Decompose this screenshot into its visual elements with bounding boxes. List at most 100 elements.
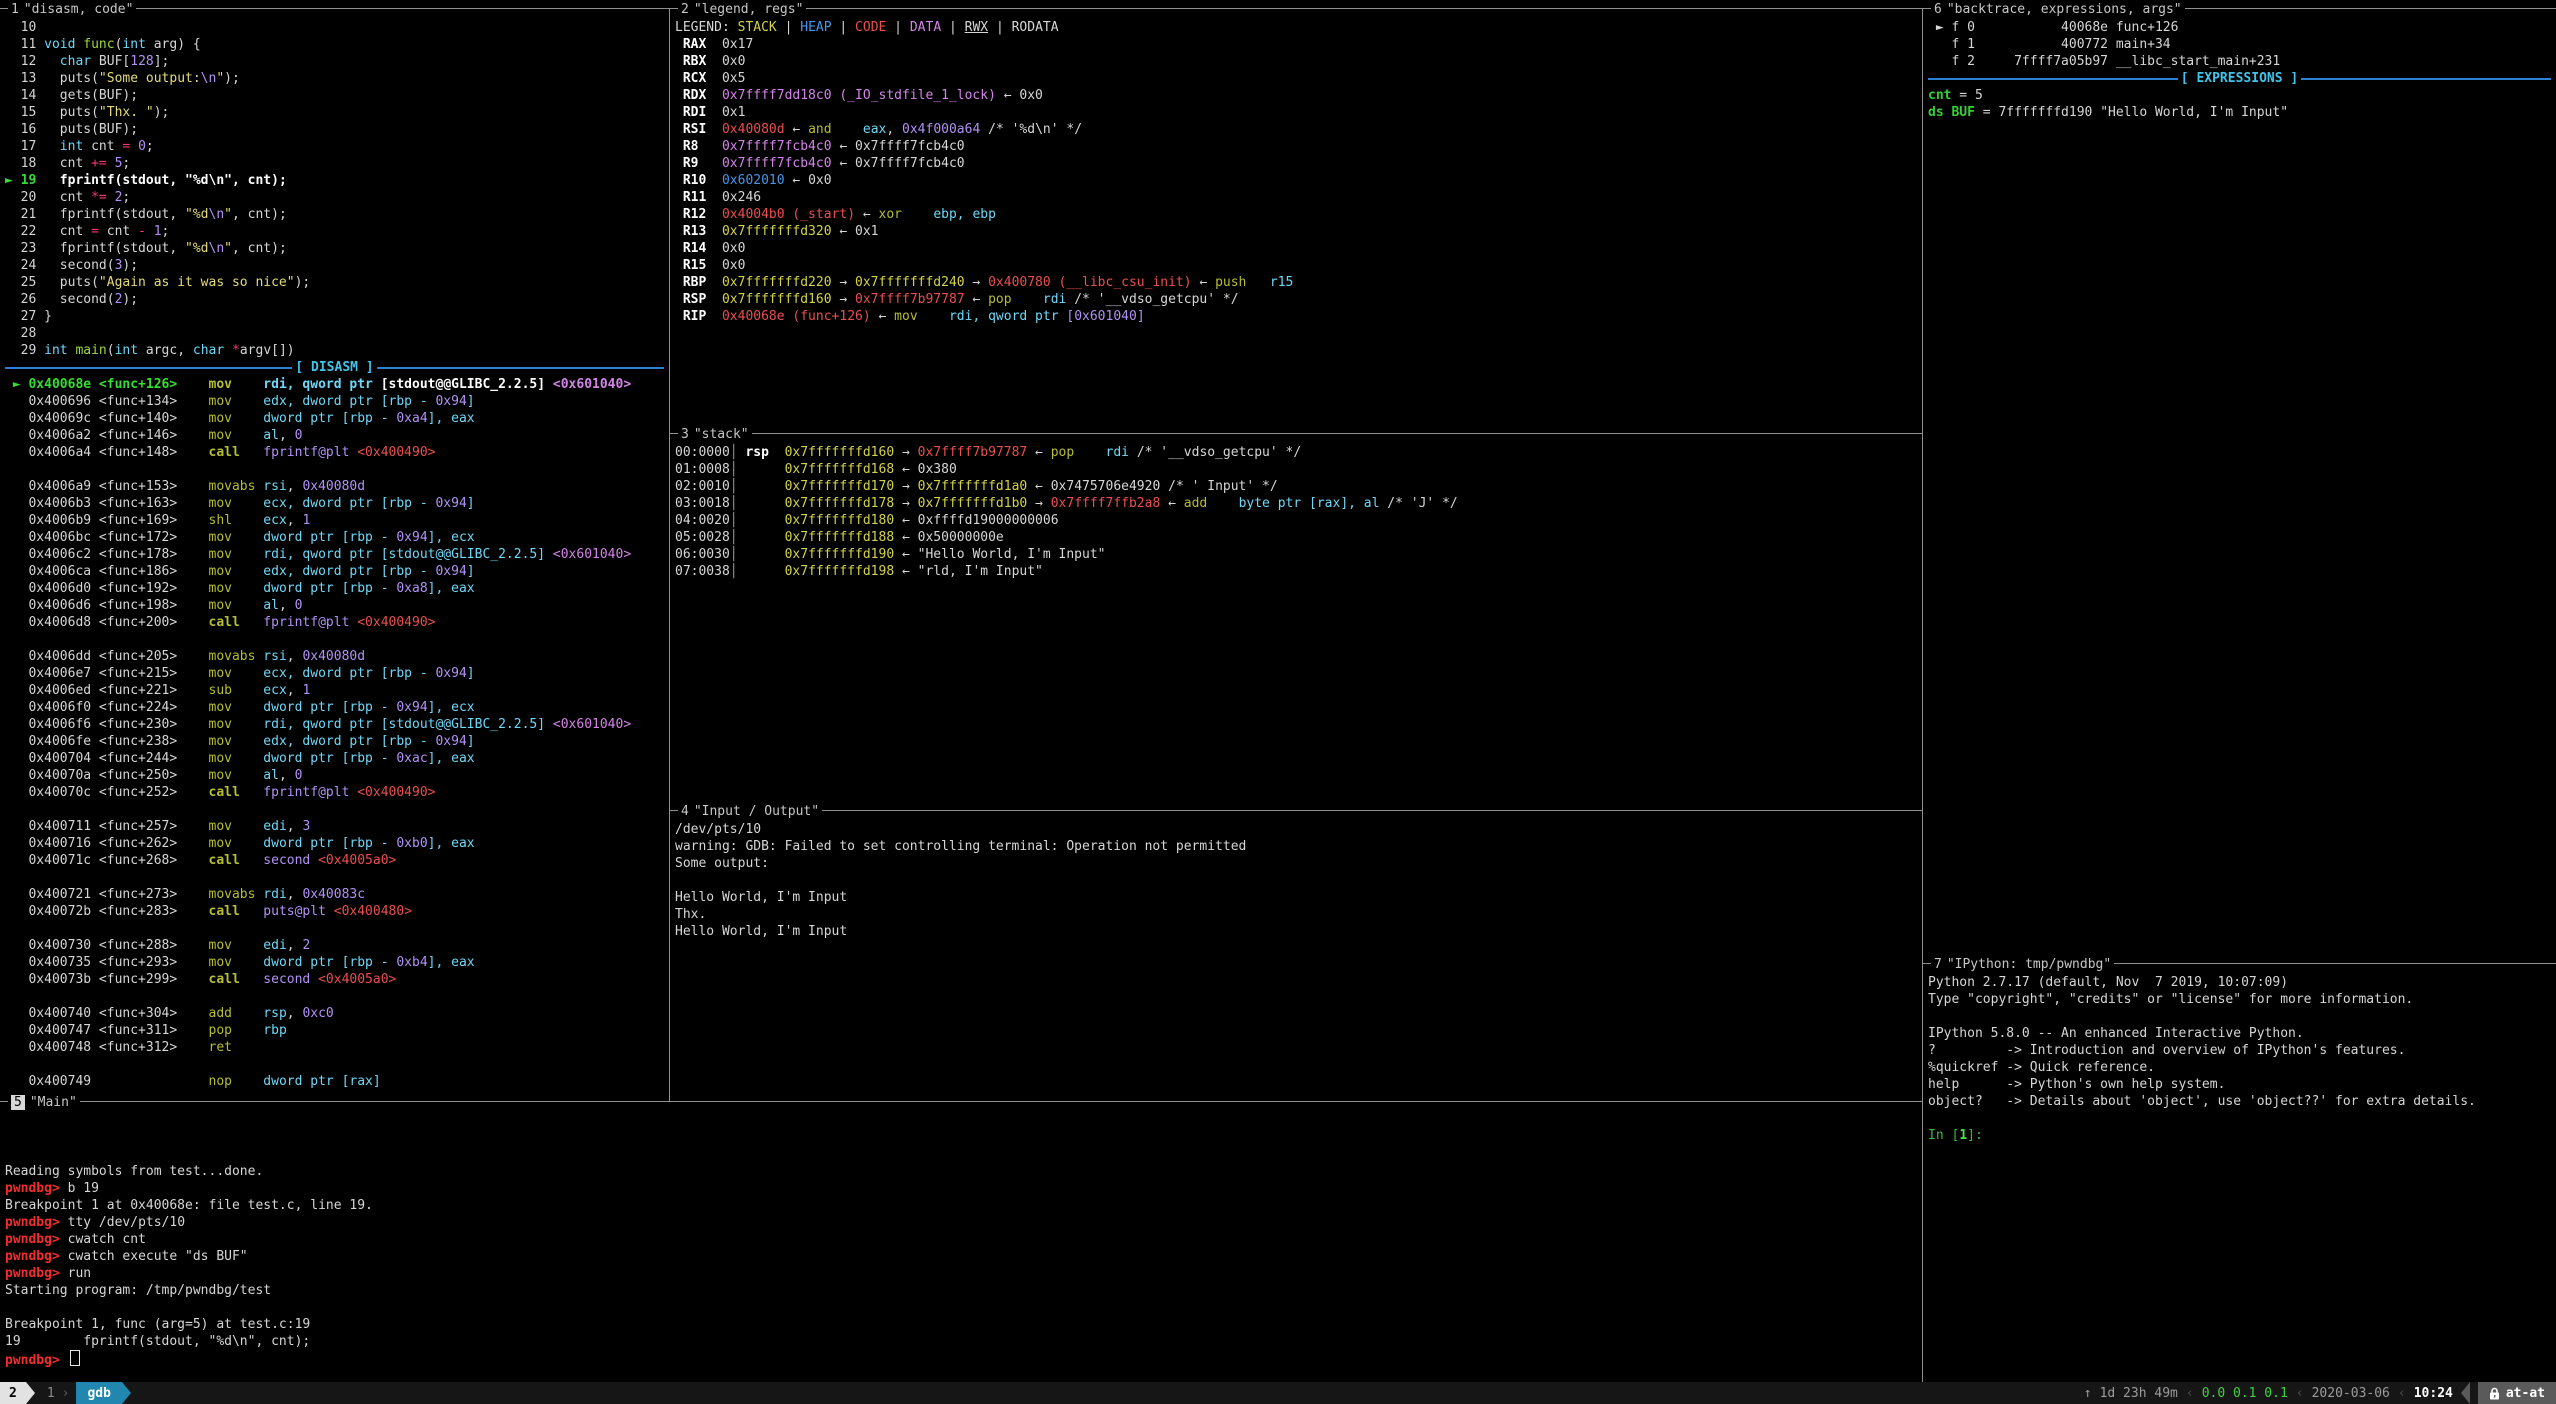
separator-icon: ‹	[2186, 1385, 2194, 1402]
terminal-line	[5, 1146, 1922, 1163]
terminal-line: 0x40072b <func+283> call puts@plt <0x400…	[5, 903, 669, 920]
load-average: 0.0 0.1 0.1	[2202, 1385, 2288, 1402]
terminal-line	[1928, 1110, 2556, 1127]
terminal-line: 18 cnt += 5;	[5, 155, 669, 172]
terminal-line: pwndbg> b 19	[5, 1180, 1922, 1197]
terminal-line: 11 void func(int arg) {	[5, 36, 669, 53]
terminal-line: RSP 0x7fffffffd160 → 0x7ffff7b97787 ← po…	[675, 291, 1922, 308]
pane-legend-regs[interactable]: 2"legend, regs" LEGEND: STACK | HEAP | C…	[669, 8, 1922, 433]
pane-input-output[interactable]: 4"Input / Output" /dev/pts/10warning: GD…	[669, 810, 1922, 1101]
window-index: 1	[47, 1385, 55, 1402]
powerline-separator	[2461, 1382, 2470, 1404]
pane-title: 7"IPython: tmp/pwndbg"	[1931, 956, 2114, 973]
terminal-line	[5, 801, 669, 818]
terminal-line: 29 int main(int argc, char *argv[])	[5, 342, 669, 359]
terminal-line: 0x4006a4 <func+148> call fprintf@plt <0x…	[5, 444, 669, 461]
terminal-line: R12 0x4004b0 (_start) ← xor ebp, ebp	[675, 206, 1922, 223]
pane-disasm-code[interactable]: 1"disasm, code" 10 11 void func(int arg)…	[0, 8, 669, 1101]
pane-title: 3"stack"	[678, 426, 752, 443]
registers-listing: LEGEND: STACK | HEAP | CODE | DATA | RWX…	[675, 19, 1922, 325]
terminal-line: object? -> Details about 'object', use '…	[1928, 1093, 2556, 1110]
expressions-listing: cnt = 5ds BUF = 7fffffffd190 "Hello Worl…	[1928, 87, 2556, 121]
powerline-separator	[26, 1382, 35, 1404]
terminal-line: 0x400711 <func+257> mov edi, 3	[5, 818, 669, 835]
terminal-line: R10 0x602010 ← 0x0	[675, 172, 1922, 189]
terminal-line: Hello World, I'm Input	[675, 923, 1922, 940]
powerline-separator	[122, 1382, 131, 1404]
terminal-line: 0x400749 nop dword ptr [rax]	[5, 1073, 669, 1090]
pane-main-console[interactable]: 5"Main" Reading symbols from test...done…	[0, 1101, 1922, 1382]
terminal-line: 22 cnt = cnt - 1;	[5, 223, 669, 240]
terminal-line: 0x40071c <func+268> call second <0x4005a…	[5, 852, 669, 869]
hostname-text: at-at	[2506, 1385, 2545, 1402]
terminal-line: RAX 0x17	[675, 36, 1922, 53]
pane-title: 6"backtrace, expressions, args"	[1931, 1, 2185, 18]
terminal-line: 0x4006b9 <func+169> shl ecx, 1	[5, 512, 669, 529]
terminal-line: 0x4006d8 <func+200> call fprintf@plt <0x…	[5, 614, 669, 631]
terminal-line: 28	[5, 325, 669, 342]
pane-backtrace-expressions[interactable]: 6"backtrace, expressions, args" ► f 0 40…	[1922, 8, 2556, 963]
terminal-line	[5, 1299, 1922, 1316]
terminal-line: LEGEND: STACK | HEAP | CODE | DATA | RWX…	[675, 19, 1922, 36]
session-badge[interactable]: 2	[0, 1382, 26, 1404]
terminal-line: 0x4006b3 <func+163> mov ecx, dword ptr […	[5, 495, 669, 512]
source-code-listing: 10 11 void func(int arg) { 12 char BUF[1…	[5, 19, 669, 359]
terminal-line: 14 gets(BUF);	[5, 87, 669, 104]
terminal-line: 0x400735 <func+293> mov dword ptr [rbp -…	[5, 954, 669, 971]
terminal-line: 0x40070a <func+250> mov al, 0	[5, 767, 669, 784]
terminal-line: ► 19 fprintf(stdout, "%d\n", cnt);	[5, 172, 669, 189]
terminal-line: ? -> Introduction and overview of IPytho…	[1928, 1042, 2556, 1059]
terminal-line: 0x400721 <func+273> movabs rdi, 0x40083c	[5, 886, 669, 903]
terminal-line: 0x4006a2 <func+146> mov al, 0	[5, 427, 669, 444]
pane-title: 5"Main"	[8, 1094, 80, 1111]
status-left: 2 1 › gdb	[0, 1382, 131, 1404]
program-io-output: /dev/pts/10warning: GDB: Failed to set c…	[675, 821, 1922, 940]
terminal-line: 25 puts("Again as it was so nice");	[5, 274, 669, 291]
terminal-line: Some output:	[675, 855, 1922, 872]
ipython-console[interactable]: Python 2.7.17 (default, Nov 7 2019, 10:0…	[1928, 974, 2556, 1144]
terminal-line: R15 0x0	[675, 257, 1922, 274]
terminal-line: 07:0038│ 0x7fffffffd198 ← "rld, I'm Inpu…	[675, 563, 1922, 580]
terminal-line	[5, 1112, 1922, 1129]
terminal-line: 0x400730 <func+288> mov edi, 2	[5, 937, 669, 954]
terminal-line: 0x4006fe <func+238> mov edx, dword ptr […	[5, 733, 669, 750]
terminal-line: 23 fprintf(stdout, "%d\n", cnt);	[5, 240, 669, 257]
terminal-line: RCX 0x5	[675, 70, 1922, 87]
date-text: 2020-03-06	[2312, 1385, 2390, 1402]
terminal-line: RDI 0x1	[675, 104, 1922, 121]
terminal-line: pwndbg>	[5, 1350, 1922, 1367]
terminal-line: 0x40069c <func+140> mov dword ptr [rbp -…	[5, 410, 669, 427]
pane-title: 4"Input / Output"	[678, 803, 822, 820]
window-tab-gdb[interactable]: gdb	[76, 1382, 121, 1404]
pane-ipython[interactable]: 7"IPython: tmp/pwndbg" Python 2.7.17 (de…	[1922, 963, 2556, 1382]
pane-stack[interactable]: 3"stack" 00:0000│ rsp 0x7fffffffd160 → 0…	[669, 433, 1922, 810]
terminal-line: 26 second(2);	[5, 291, 669, 308]
terminal-line: R14 0x0	[675, 240, 1922, 257]
terminal-line	[5, 988, 669, 1005]
terminal-line: RBX 0x0	[675, 53, 1922, 70]
terminal-line: Thx.	[675, 906, 1922, 923]
terminal-line: RSI 0x40080d ← and eax, 0x4f000a64 /* '%…	[675, 121, 1922, 138]
terminal-line: 16 puts(BUF);	[5, 121, 669, 138]
terminal-line: pwndbg> cwatch cnt	[5, 1231, 1922, 1248]
terminal-line: R8 0x7ffff7fcb4c0 ← 0x7ffff7fcb4c0	[675, 138, 1922, 155]
terminal-line: 0x4006c2 <func+178> mov rdi, qword ptr […	[5, 546, 669, 563]
terminal-line	[5, 869, 669, 886]
terminal-line: Starting program: /tmp/pwndbg/test	[5, 1282, 1922, 1299]
terminal-line: ► 0x40068e <func+126> mov rdi, qword ptr…	[5, 376, 669, 393]
uptime-text: 1d 23h 49m	[2100, 1385, 2178, 1402]
stack-listing: 00:0000│ rsp 0x7fffffffd160 → 0x7ffff7b9…	[675, 444, 1922, 580]
terminal-line: 0x400696 <func+134> mov edx, dword ptr […	[5, 393, 669, 410]
terminal-line: RDX 0x7ffff7dd18c0 (_IO_stdfile_1_lock) …	[675, 87, 1922, 104]
gdb-console-output[interactable]: Reading symbols from test...done.pwndbg>…	[5, 1112, 1922, 1367]
terminal-line: 27 }	[5, 308, 669, 325]
terminal-line: 04:0020│ 0x7fffffffd180 ← 0xffffd1900000…	[675, 512, 1922, 529]
terminal-line: 0x4006ed <func+221> sub ecx, 1	[5, 682, 669, 699]
tmux-session-screen: 1"disasm, code" 10 11 void func(int arg)…	[0, 0, 2556, 1404]
terminal-line: warning: GDB: Failed to set controlling …	[675, 838, 1922, 855]
terminal-line: RBP 0x7fffffffd220 → 0x7fffffffd240 → 0x…	[675, 274, 1922, 291]
terminal-line: 00:0000│ rsp 0x7fffffffd160 → 0x7ffff7b9…	[675, 444, 1922, 461]
uptime-icon: ↑	[2084, 1385, 2092, 1402]
terminal-line: pwndbg> run	[5, 1265, 1922, 1282]
separator-icon: ‹	[2296, 1385, 2304, 1402]
